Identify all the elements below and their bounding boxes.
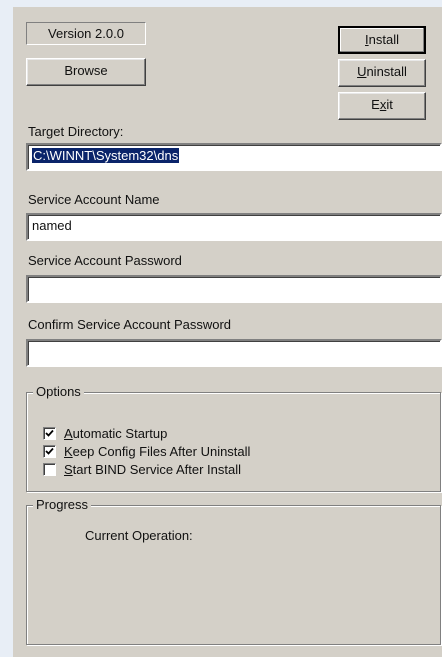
- automatic-startup-mnemonic: A: [64, 426, 73, 441]
- exit-label-end: it: [386, 97, 393, 112]
- start-bind-mnemonic: S: [64, 462, 73, 477]
- progress-group: Progress Current Operation:: [26, 497, 441, 645]
- current-operation-label: Current Operation:: [85, 528, 193, 543]
- checkbox-box: [43, 427, 56, 440]
- automatic-startup-label: utomatic Startup: [72, 426, 168, 441]
- installer-dialog: Version 2.0.0 Browse Install Uninstall E…: [13, 7, 442, 657]
- target-directory-value: C:\WINNT\System32\dns: [32, 148, 180, 163]
- target-directory-label: Target Directory:: [28, 124, 124, 139]
- options-group: Options Automatic Startup Keep Config Fi…: [26, 384, 441, 492]
- start-bind-service-checkbox[interactable]: Start BIND Service After Install: [43, 461, 241, 478]
- options-title: Options: [33, 384, 84, 399]
- target-directory-input[interactable]: C:\WINNT\System32\dns: [26, 143, 442, 171]
- version-label: Version 2.0.0: [26, 22, 146, 45]
- exit-label-start: E: [371, 97, 380, 112]
- service-account-password-input[interactable]: [26, 275, 442, 303]
- keep-config-checkbox[interactable]: Keep Config Files After Uninstall: [43, 443, 250, 460]
- check-mark-icon: [45, 447, 54, 455]
- keep-config-label: eep Config Files After Uninstall: [72, 444, 251, 459]
- service-account-name-input[interactable]: named: [26, 213, 442, 241]
- check-mark-icon: [45, 429, 54, 437]
- checkbox-box: [43, 445, 56, 458]
- exit-button[interactable]: Exit: [338, 92, 426, 120]
- automatic-startup-checkbox[interactable]: Automatic Startup: [43, 425, 167, 442]
- confirm-password-label: Confirm Service Account Password: [28, 317, 232, 332]
- progress-title: Progress: [33, 497, 92, 512]
- install-label: nstall: [368, 32, 399, 47]
- uninstall-button[interactable]: Uninstall: [338, 59, 426, 87]
- service-account-password-label: Service Account Password: [28, 253, 182, 268]
- checkbox-box: [43, 463, 56, 476]
- service-account-name-label: Service Account Name: [28, 192, 160, 207]
- keep-config-mnemonic: K: [64, 444, 73, 459]
- install-button[interactable]: Install: [338, 26, 426, 54]
- start-bind-label: tart BIND Service After Install: [72, 462, 242, 477]
- uninstall-label: ninstall: [366, 64, 407, 79]
- browse-button[interactable]: Browse: [26, 58, 146, 86]
- confirm-password-input[interactable]: [26, 339, 442, 367]
